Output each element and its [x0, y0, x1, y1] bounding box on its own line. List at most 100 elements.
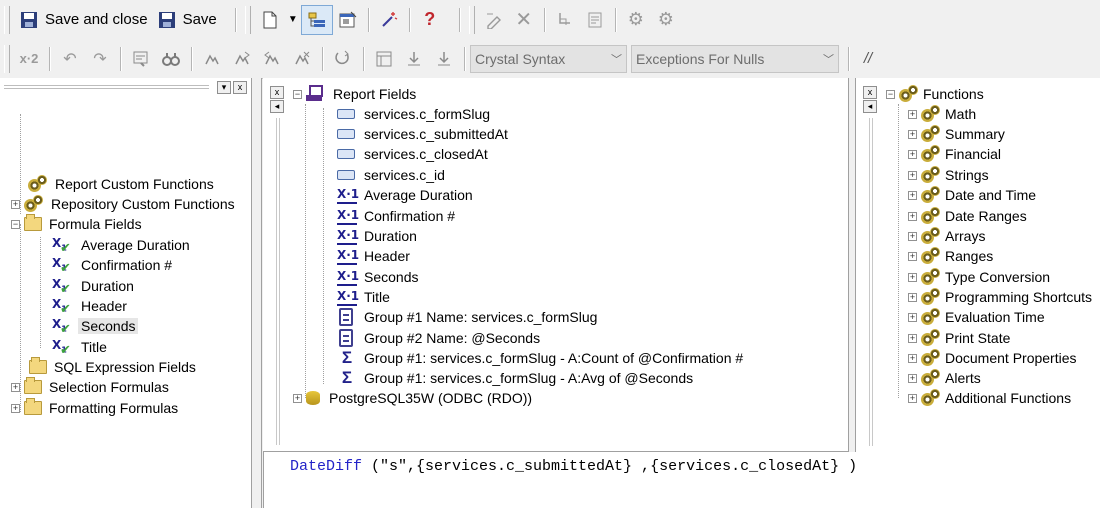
- expand-icon[interactable]: +: [11, 382, 20, 392]
- expand-icon[interactable]: +: [11, 403, 20, 413]
- tree-item-field[interactable]: services.c_closedAt: [337, 144, 491, 164]
- tree-item-average-duration[interactable]: X1 ✔ Average Duration: [52, 235, 193, 256]
- tree-item-function-category[interactable]: + Strings: [908, 165, 992, 185]
- tree-item-sql-expression-fields[interactable]: SQL Expression Fields: [29, 357, 199, 377]
- tree-item-function-category[interactable]: + Programming Shortcuts: [908, 287, 1095, 307]
- syntax-select[interactable]: Crystal Syntax ﹀: [470, 44, 627, 73]
- tree-item-formula[interactable]: X·1 Title: [337, 287, 393, 307]
- expand-icon[interactable]: +: [908, 353, 917, 363]
- delete-button[interactable]: ✕: [509, 5, 539, 35]
- pane-menu-button[interactable]: ▾: [217, 80, 231, 94]
- clear-bookmarks-button[interactable]: [287, 44, 317, 74]
- tree-item-function-category[interactable]: + Date Ranges: [908, 206, 1030, 226]
- tree-item-function-category[interactable]: + Alerts: [908, 368, 984, 388]
- tree-item-function-category[interactable]: + Type Conversion: [908, 267, 1053, 287]
- expand-icon[interactable]: +: [908, 170, 917, 180]
- pane-grip[interactable]: [4, 85, 209, 89]
- pane-side-grip[interactable]: [276, 118, 280, 445]
- tree-item-repository-custom-functions[interactable]: + Repository Custom Functions: [11, 194, 238, 214]
- tree-item-function-category[interactable]: + Additional Functions: [908, 388, 1074, 408]
- redo-button[interactable]: ↷: [85, 44, 115, 74]
- expand-icon[interactable]: +: [908, 149, 917, 159]
- expand-icon[interactable]: +: [908, 109, 917, 119]
- tree-item-function-category[interactable]: + Financial: [908, 144, 1004, 164]
- help-button[interactable]: ?: [415, 5, 445, 35]
- expand-icon[interactable]: +: [908, 373, 917, 383]
- custom-function-button[interactable]: ⚙: [651, 5, 681, 35]
- toolbar-grip[interactable]: [4, 5, 10, 34]
- tree-item-datasource[interactable]: + PostgreSQL35W (ODBC (RDO)): [293, 388, 535, 408]
- expand-icon[interactable]: +: [908, 190, 917, 200]
- undo-button[interactable]: ↶: [55, 44, 85, 74]
- formula-editor[interactable]: DateDiff ("s",{services.c_submittedAt} ,…: [263, 452, 1100, 508]
- expand-icon[interactable]: +: [908, 272, 917, 282]
- pane-collapse-button[interactable]: ◂: [270, 100, 284, 113]
- expand-icon[interactable]: +: [293, 393, 302, 403]
- tree-item-field[interactable]: services.c_id: [337, 165, 448, 185]
- pane-close-button[interactable]: x: [270, 86, 284, 99]
- formula-expert-button[interactable]: [374, 5, 404, 35]
- tree-item-function-category[interactable]: + Math: [908, 104, 979, 124]
- tree-item-function-category[interactable]: + Summary: [908, 124, 1008, 144]
- new-formula-button[interactable]: [255, 5, 285, 35]
- find-replace-button[interactable]: [156, 44, 186, 74]
- tree-item-formula-fields[interactable]: − Formula Fields: [11, 214, 145, 234]
- tree-item-formula[interactable]: X·1 Seconds: [337, 267, 421, 287]
- tree-item-formula[interactable]: X·1 Confirmation #: [337, 206, 458, 226]
- tree-item-title[interactable]: X1 ✔ Title: [52, 337, 110, 358]
- tree-item-formula[interactable]: X·1 Duration: [337, 226, 420, 246]
- tree-item-report-custom-functions[interactable]: Report Custom Functions: [16, 174, 217, 194]
- show-field-values-button[interactable]: [369, 44, 399, 74]
- insert-field-button[interactable]: [399, 44, 429, 74]
- tree-item-field[interactable]: services.c_formSlug: [337, 104, 493, 124]
- insert-field-alt-button[interactable]: [429, 44, 459, 74]
- pane-collapse-button[interactable]: ◂: [863, 100, 877, 113]
- save-button[interactable]: Save: [152, 5, 221, 35]
- tree-item-seconds[interactable]: X1 ✔ Seconds: [52, 316, 139, 337]
- comment-button[interactable]: //: [854, 44, 882, 74]
- tree-item-field[interactable]: services.c_submittedAt: [337, 124, 511, 144]
- previous-bookmark-button[interactable]: [257, 44, 287, 74]
- pane-close-button[interactable]: x: [233, 80, 247, 94]
- nulls-select[interactable]: Exceptions For Nulls ﹀: [631, 44, 839, 73]
- pane-close-button[interactable]: x: [863, 86, 877, 99]
- save-and-close-button[interactable]: Save and close: [14, 5, 152, 35]
- tree-item-confirmation[interactable]: X1 ✔ Confirmation #: [52, 255, 175, 276]
- tree-item-summary[interactable]: Σ Group #1: services.c_formSlug - A:Coun…: [337, 348, 746, 368]
- expand-icon[interactable]: +: [908, 211, 917, 221]
- expand-icon[interactable]: +: [908, 333, 917, 343]
- left-pane-splitter[interactable]: [252, 78, 262, 508]
- tree-item-formula[interactable]: X·1 Header: [337, 246, 413, 266]
- tree-item-group-name[interactable]: Group #2 Name: @Seconds: [337, 328, 543, 348]
- add-to-repository-button[interactable]: [550, 5, 580, 35]
- toggle-field-tree-button[interactable]: [300, 4, 333, 35]
- tree-item-function-category[interactable]: + Arrays: [908, 226, 988, 246]
- custom-function-extract-button[interactable]: ⚙: [621, 5, 651, 35]
- toggle-properties-button[interactable]: [333, 5, 363, 35]
- collapse-icon[interactable]: −: [11, 219, 20, 229]
- pane-side-grip[interactable]: [869, 118, 873, 446]
- new-formula-dropdown[interactable]: ▼: [285, 5, 301, 35]
- expand-icon[interactable]: +: [11, 199, 20, 209]
- tree-item-formatting-formulas[interactable]: + Formatting Formulas: [11, 398, 181, 418]
- right-pane-splitter[interactable]: [848, 78, 856, 452]
- collapse-icon[interactable]: −: [293, 89, 302, 99]
- tree-item-report-fields[interactable]: − Report Fields: [293, 84, 419, 104]
- tree-item-function-category[interactable]: + Document Properties: [908, 348, 1080, 368]
- tree-item-function-category[interactable]: + Evaluation Time: [908, 307, 1048, 327]
- sort-trees-button[interactable]: [328, 44, 358, 74]
- check-formula-button[interactable]: x·2: [14, 44, 44, 74]
- rename-button[interactable]: [479, 5, 509, 35]
- expand-icon[interactable]: +: [908, 129, 917, 139]
- tree-item-functions[interactable]: − Functions: [886, 84, 987, 104]
- tree-item-group-name[interactable]: Group #1 Name: services.c_formSlug: [337, 307, 600, 327]
- next-bookmark-button[interactable]: [227, 44, 257, 74]
- tree-item-selection-formulas[interactable]: + Selection Formulas: [11, 377, 172, 397]
- tree-item-function-category[interactable]: + Date and Time: [908, 185, 1039, 205]
- toggle-bookmark-button[interactable]: [197, 44, 227, 74]
- toolbar-grip[interactable]: [468, 5, 475, 34]
- toolbar-grip[interactable]: [244, 5, 251, 34]
- expand-icon[interactable]: +: [908, 251, 917, 261]
- use-editor-button[interactable]: [580, 5, 610, 35]
- tree-item-function-category[interactable]: + Print State: [908, 328, 1013, 348]
